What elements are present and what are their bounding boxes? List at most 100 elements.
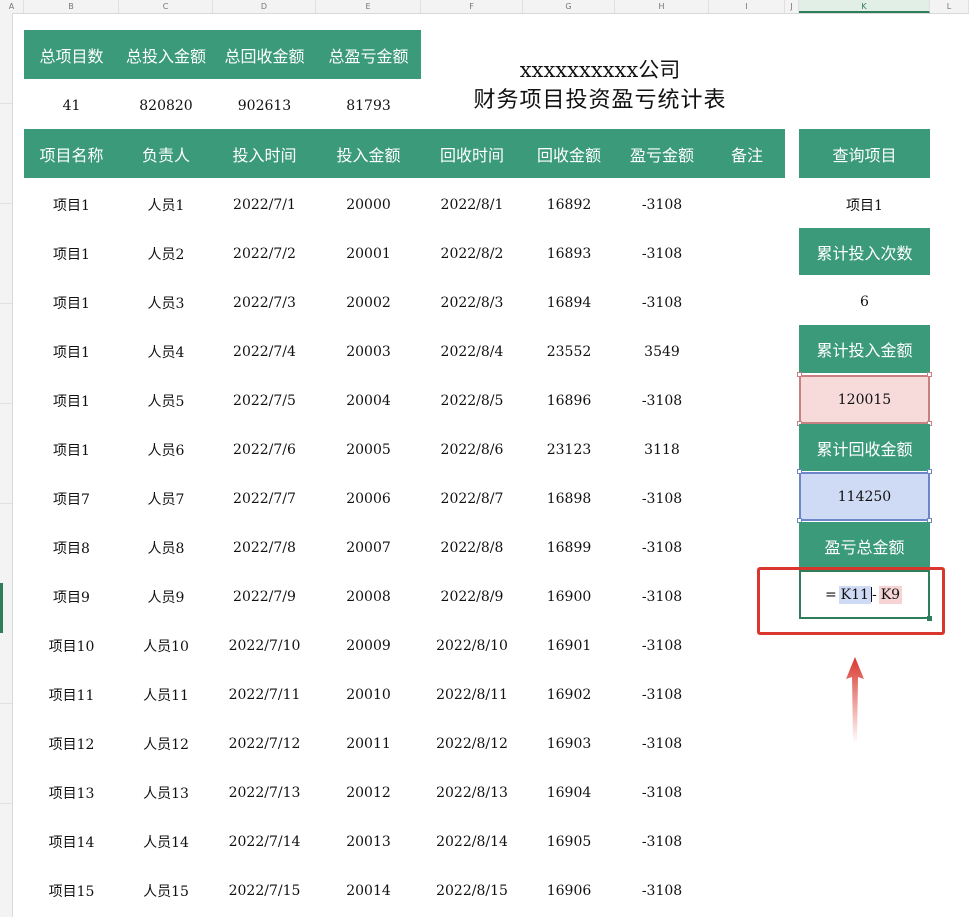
table-cell-return-date[interactable]: 2022/8/3 <box>421 278 523 327</box>
table-cell-invest-date[interactable]: 2022/7/1 <box>213 180 316 229</box>
table-cell-invest-date[interactable]: 2022/7/2 <box>213 229 316 278</box>
table-cell-profit[interactable]: -3108 <box>615 278 709 327</box>
summary-header-total-return[interactable]: 总回收金额 <box>213 30 316 79</box>
table-cell-invest-date[interactable]: 2022/7/12 <box>213 719 316 768</box>
table-cell-return-amount[interactable]: 16903 <box>523 719 615 768</box>
table-cell-return-date[interactable]: 2022/8/6 <box>421 425 523 474</box>
table-cell-return-date[interactable]: 2022/8/5 <box>421 376 523 425</box>
table-cell-project-name[interactable]: 项目1 <box>24 229 119 278</box>
table-header-owner[interactable]: 负责人 <box>119 129 213 178</box>
table-cell-owner[interactable]: 人员7 <box>119 474 213 523</box>
summary-total-return[interactable]: 902613 <box>213 81 316 130</box>
table-cell-owner[interactable]: 人员8 <box>119 523 213 572</box>
column-header-b[interactable]: B <box>24 0 119 13</box>
table-cell-profit[interactable]: -3108 <box>615 817 709 866</box>
invest-total-header[interactable]: 累计投入金额 <box>799 325 930 373</box>
table-cell-return-amount[interactable]: 16904 <box>523 768 615 817</box>
table-cell-invest-amount[interactable]: 20008 <box>316 572 421 621</box>
table-cell-project-name[interactable]: 项目7 <box>24 474 119 523</box>
table-cell-invest-date[interactable]: 2022/7/5 <box>213 376 316 425</box>
table-cell-return-amount[interactable]: 16906 <box>523 866 615 915</box>
table-cell-return-date[interactable]: 2022/8/1 <box>421 180 523 229</box>
table-cell-invest-amount[interactable]: 20012 <box>316 768 421 817</box>
blue-range-handle-tl[interactable] <box>797 469 802 474</box>
table-cell-return-date[interactable]: 2022/8/2 <box>421 229 523 278</box>
table-cell-owner[interactable]: 人员5 <box>119 376 213 425</box>
summary-header-total-projects[interactable]: 总项目数 <box>24 30 119 79</box>
table-cell-invest-date[interactable]: 2022/7/15 <box>213 866 316 915</box>
table-cell-return-date[interactable]: 2022/8/7 <box>421 474 523 523</box>
table-cell-return-date[interactable]: 2022/8/4 <box>421 327 523 376</box>
table-cell-profit[interactable]: -3108 <box>615 474 709 523</box>
table-cell-project-name[interactable]: 项目1 <box>24 180 119 229</box>
table-cell-invest-date[interactable]: 2022/7/6 <box>213 425 316 474</box>
table-cell-project-name[interactable]: 项目12 <box>24 719 119 768</box>
table-cell-project-name[interactable]: 项目1 <box>24 278 119 327</box>
column-header-e[interactable]: E <box>316 0 421 13</box>
table-cell-return-amount[interactable]: 16900 <box>523 572 615 621</box>
table-cell-project-name[interactable]: 项目1 <box>24 376 119 425</box>
table-cell-invest-amount[interactable]: 20004 <box>316 376 421 425</box>
table-cell-return-date[interactable]: 2022/8/12 <box>421 719 523 768</box>
summary-total-projects[interactable]: 41 <box>24 81 119 130</box>
table-cell-invest-amount[interactable]: 20010 <box>316 670 421 719</box>
table-cell-project-name[interactable]: 项目1 <box>24 327 119 376</box>
table-cell-return-date[interactable]: 2022/8/13 <box>421 768 523 817</box>
table-cell-profit[interactable]: -3108 <box>615 229 709 278</box>
table-header-project-name[interactable]: 项目名称 <box>24 129 119 178</box>
column-header-k[interactable]: K <box>799 0 930 13</box>
table-cell-profit[interactable]: 3118 <box>615 425 709 474</box>
table-cell-return-amount[interactable]: 16902 <box>523 670 615 719</box>
red-range-handle-tr[interactable] <box>927 372 932 377</box>
table-cell-invest-amount[interactable]: 20011 <box>316 719 421 768</box>
summary-total-profit[interactable]: 81793 <box>316 81 421 130</box>
table-cell-profit[interactable]: -3108 <box>615 719 709 768</box>
table-cell-owner[interactable]: 人员11 <box>119 670 213 719</box>
table-cell-invest-date[interactable]: 2022/7/11 <box>213 670 316 719</box>
column-header-i[interactable]: I <box>709 0 785 13</box>
summary-header-total-investment[interactable]: 总投入金额 <box>119 30 213 79</box>
table-cell-owner[interactable]: 人员4 <box>119 327 213 376</box>
table-cell-return-amount[interactable]: 16892 <box>523 180 615 229</box>
table-cell-return-amount[interactable]: 16901 <box>523 621 615 670</box>
table-cell-invest-amount[interactable]: 20003 <box>316 327 421 376</box>
table-cell-project-name[interactable]: 项目11 <box>24 670 119 719</box>
blue-range-handle-tr[interactable] <box>927 469 932 474</box>
invest-total-value-referenced[interactable]: 120015 <box>799 375 930 424</box>
table-cell-invest-amount[interactable]: 20007 <box>316 523 421 572</box>
table-cell-return-amount[interactable]: 23123 <box>523 425 615 474</box>
table-cell-return-date[interactable]: 2022/8/9 <box>421 572 523 621</box>
table-cell-invest-amount[interactable]: 20009 <box>316 621 421 670</box>
table-cell-invest-date[interactable]: 2022/7/4 <box>213 327 316 376</box>
table-cell-profit[interactable]: -3108 <box>615 572 709 621</box>
query-project-value[interactable]: 项目1 <box>799 180 930 229</box>
table-cell-invest-date[interactable]: 2022/7/8 <box>213 523 316 572</box>
table-cell-return-date[interactable]: 2022/8/14 <box>421 817 523 866</box>
return-total-value-referenced[interactable]: 114250 <box>799 472 930 521</box>
table-cell-return-date[interactable]: 2022/8/15 <box>421 866 523 915</box>
table-cell-profit[interactable]: -3108 <box>615 523 709 572</box>
table-cell-owner[interactable]: 人员15 <box>119 866 213 915</box>
table-cell-invest-date[interactable]: 2022/7/14 <box>213 817 316 866</box>
table-cell-profit[interactable]: -3108 <box>615 621 709 670</box>
table-cell-invest-date[interactable]: 2022/7/7 <box>213 474 316 523</box>
table-cell-profit[interactable]: 3549 <box>615 327 709 376</box>
table-cell-owner[interactable]: 人员10 <box>119 621 213 670</box>
table-cell-owner[interactable]: 人员1 <box>119 180 213 229</box>
column-header-d[interactable]: D <box>213 0 316 13</box>
table-cell-project-name[interactable]: 项目14 <box>24 817 119 866</box>
invest-count-header[interactable]: 累计投入次数 <box>799 228 930 275</box>
table-header-profit[interactable]: 盈亏金额 <box>615 129 709 178</box>
table-header-invest-date[interactable]: 投入时间 <box>213 129 316 178</box>
column-header-l[interactable]: L <box>930 0 969 13</box>
table-cell-owner[interactable]: 人员2 <box>119 229 213 278</box>
table-cell-return-date[interactable]: 2022/8/10 <box>421 621 523 670</box>
return-total-header[interactable]: 累计回收金额 <box>799 424 930 471</box>
table-cell-return-date[interactable]: 2022/8/11 <box>421 670 523 719</box>
column-header-g[interactable]: G <box>523 0 615 13</box>
table-cell-profit[interactable]: -3108 <box>615 376 709 425</box>
table-cell-invest-date[interactable]: 2022/7/9 <box>213 572 316 621</box>
table-cell-project-name[interactable]: 项目9 <box>24 572 119 621</box>
column-header-f[interactable]: F <box>421 0 523 13</box>
table-cell-owner[interactable]: 人员3 <box>119 278 213 327</box>
